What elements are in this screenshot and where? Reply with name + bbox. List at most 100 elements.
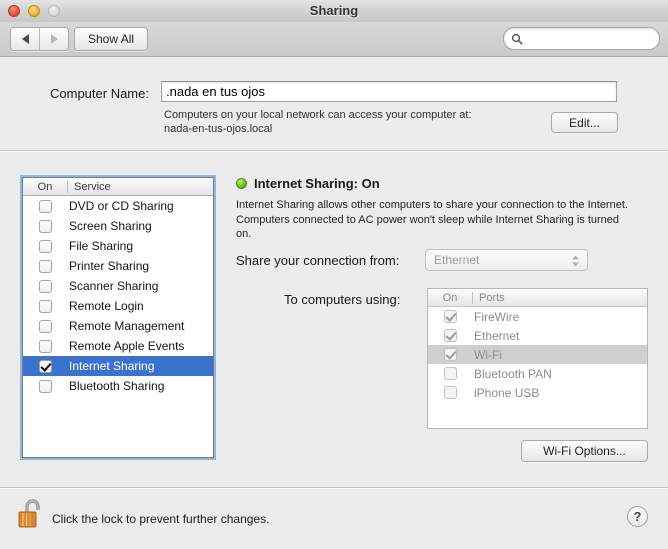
lock-hint-text: Click the lock to prevent further change…: [52, 512, 270, 526]
ports-column-on: On: [442, 291, 458, 304]
ports-rows: FireWire Ethernet Wi-Fi Bluetooth PAN iPhone…: [428, 307, 647, 402]
services-column-service: Service: [74, 180, 111, 193]
checkbox-unchecked-icon[interactable]: [38, 299, 52, 313]
service-label: Remote Login: [69, 299, 144, 313]
port-checkbox-cell: [428, 386, 472, 399]
table-row[interactable]: Scanner Sharing: [23, 276, 213, 296]
checkbox-unchecked-icon[interactable]: [38, 339, 52, 353]
service-checkbox-cell[interactable]: [23, 279, 67, 293]
status-title: Internet Sharing: On: [254, 176, 380, 191]
service-label: Printer Sharing: [69, 259, 150, 273]
computer-name-note-line2: nada-en-tus-ojos.local: [164, 123, 273, 135]
port-checkbox-cell: [428, 348, 472, 361]
list-item: Bluetooth PAN: [428, 364, 647, 383]
table-row[interactable]: Remote Management: [23, 316, 213, 336]
divider-top: [0, 150, 668, 151]
help-button[interactable]: ?: [627, 506, 648, 527]
share-from-label: Share your connection from:: [236, 253, 400, 268]
ports-table-header: On Ports: [428, 289, 647, 307]
checkbox-checked-icon: [443, 348, 457, 361]
port-label: iPhone USB: [474, 385, 540, 400]
service-checkbox-cell[interactable]: [23, 299, 67, 313]
table-row[interactable]: Internet Sharing: [23, 356, 213, 376]
service-label: File Sharing: [69, 239, 134, 253]
checkbox-checked-icon[interactable]: [38, 359, 52, 373]
computer-name-note: Computers on your local network can acce…: [164, 108, 534, 136]
back-button[interactable]: [11, 28, 39, 50]
port-checkbox-cell: [428, 329, 472, 342]
services-table-header: On Service: [23, 178, 213, 196]
ports-list: On Ports FireWire Ethernet Wi-Fi Bluetooth …: [427, 288, 648, 429]
share-from-value: Ethernet: [434, 253, 480, 267]
port-label: FireWire: [474, 309, 520, 324]
forward-arrow-icon: [50, 34, 58, 44]
services-list-inner: On Service DVD or CD Sharing Screen Shari…: [22, 177, 214, 458]
to-computers-label: To computers using:: [284, 292, 401, 307]
checkbox-unchecked-icon: [443, 386, 457, 399]
checkbox-unchecked-icon[interactable]: [38, 239, 52, 253]
status-indicator-icon: [236, 178, 247, 189]
services-column-on: On: [37, 180, 53, 193]
share-from-popup: Ethernet: [425, 249, 588, 271]
table-row[interactable]: Remote Apple Events: [23, 336, 213, 356]
forward-button: [39, 28, 68, 50]
show-all-label: Show All: [88, 32, 135, 46]
service-label: Remote Management: [69, 319, 185, 333]
service-checkbox-cell[interactable]: [23, 319, 67, 333]
table-row[interactable]: Bluetooth Sharing: [23, 376, 213, 396]
edit-button[interactable]: Edit...: [551, 112, 618, 133]
service-checkbox-cell[interactable]: [23, 239, 67, 253]
search-field[interactable]: [503, 27, 660, 50]
unlocked-padlock-icon[interactable]: [17, 498, 47, 532]
search-input[interactable]: [527, 30, 651, 47]
service-description: Internet Sharing allows other computers …: [236, 199, 628, 240]
edit-button-label: Edit...: [569, 115, 600, 130]
list-item: iPhone USB: [428, 383, 647, 402]
service-label: Internet Sharing: [69, 359, 155, 373]
computer-name-field[interactable]: [161, 81, 617, 102]
table-row[interactable]: DVD or CD Sharing: [23, 196, 213, 216]
service-checkbox-cell[interactable]: [23, 219, 67, 233]
checkbox-unchecked-icon[interactable]: [38, 259, 52, 273]
help-button-label: ?: [633, 509, 642, 524]
table-row[interactable]: Printer Sharing: [23, 256, 213, 276]
port-label: Wi-Fi: [474, 347, 502, 362]
navigation-buttons: [10, 27, 69, 51]
table-row[interactable]: File Sharing: [23, 236, 213, 256]
port-label: Ethernet: [474, 328, 520, 343]
divider-bottom: [0, 487, 668, 488]
service-checkbox-cell[interactable]: [23, 339, 67, 353]
checkbox-unchecked-icon[interactable]: [38, 279, 52, 293]
checkbox-unchecked-icon[interactable]: [38, 199, 52, 213]
checkbox-unchecked-icon[interactable]: [38, 379, 52, 393]
service-checkbox-cell[interactable]: [23, 359, 67, 373]
services-list[interactable]: On Service DVD or CD Sharing Screen Shari…: [20, 175, 216, 460]
sharing-preferences-window: Sharing Show All Computer Name: Computer…: [0, 0, 668, 549]
list-item: FireWire: [428, 307, 647, 326]
computer-name-note-line1: Computers on your local network can acce…: [164, 109, 472, 121]
table-row[interactable]: Remote Login: [23, 296, 213, 316]
title-bar: Sharing: [0, 0, 668, 23]
port-label: Bluetooth PAN: [474, 366, 552, 381]
service-checkbox-cell[interactable]: [23, 199, 67, 213]
service-label: Bluetooth Sharing: [69, 379, 165, 393]
service-label: Scanner Sharing: [69, 279, 159, 293]
computer-name-input[interactable]: [162, 82, 616, 101]
service-checkbox-cell[interactable]: [23, 379, 67, 393]
search-icon: [511, 33, 523, 44]
checkbox-unchecked-icon[interactable]: [38, 319, 52, 333]
wifi-options-button[interactable]: Wi-Fi Options...: [521, 440, 648, 462]
table-row[interactable]: Screen Sharing: [23, 216, 213, 236]
port-checkbox-cell: [428, 310, 472, 323]
service-checkbox-cell[interactable]: [23, 259, 67, 273]
checkbox-checked-icon: [443, 329, 457, 342]
port-checkbox-cell: [428, 367, 472, 380]
toolbar: Show All: [0, 22, 668, 57]
service-label: DVD or CD Sharing: [69, 199, 174, 213]
checkbox-unchecked-icon[interactable]: [38, 219, 52, 233]
chevron-updown-icon: [572, 255, 579, 267]
show-all-button[interactable]: Show All: [74, 27, 149, 51]
list-item: Ethernet: [428, 326, 647, 345]
computer-name-label: Computer Name:: [50, 86, 149, 101]
service-label: Screen Sharing: [69, 219, 152, 233]
